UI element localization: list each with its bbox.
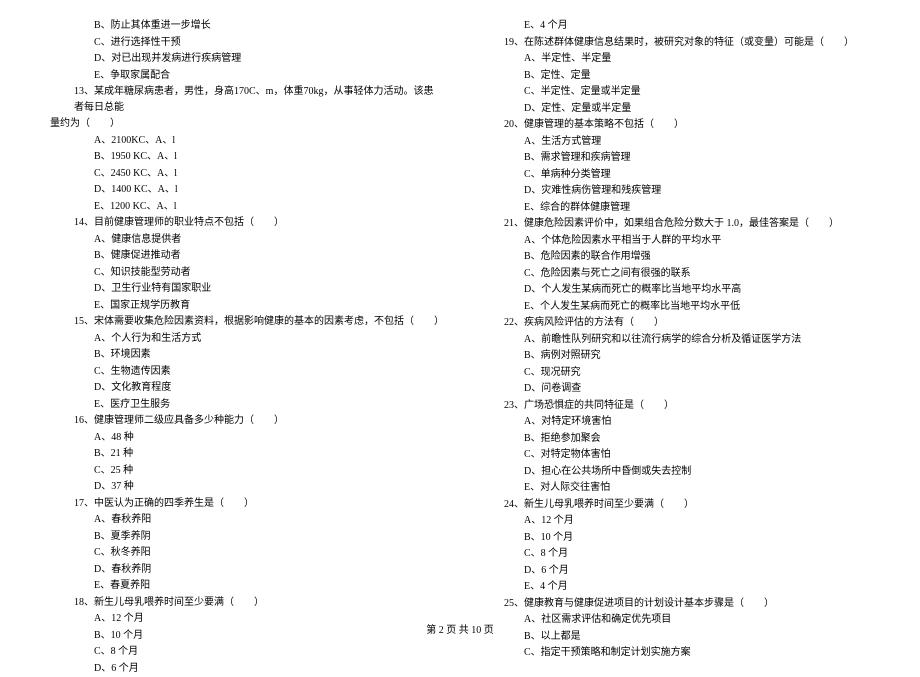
option: C、2450 KC、A、l [50,166,440,182]
page-footer: 第 2 页 共 10 页 [0,621,920,636]
option: A、12 个月 [480,513,870,529]
question-16-stem: 16、健康管理师二级应具备多少种能力（ ） [50,413,440,429]
option: D、6 个月 [50,661,440,677]
question-25-stem: 25、健康教育与健康促进项目的计划设计基本步骤是（ ） [480,596,870,612]
option: D、37 种 [50,479,440,495]
option: E、争取家属配合 [50,68,440,84]
option: E、4 个月 [480,18,870,34]
option: B、定性、定量 [480,68,870,84]
option: A、生活方式管理 [480,134,870,150]
option: B、1950 KC、A、l [50,149,440,165]
option: A、48 种 [50,430,440,446]
option: C、单病种分类管理 [480,167,870,183]
option: A、个人行为和生活方式 [50,331,440,347]
option: B、10 个月 [480,530,870,546]
question-15-stem: 15、宋体需要收集危险因素资料，根据影响健康的基本的因素考虑，不包括（ ） [50,314,440,330]
option: A、个体危险因素水平相当于人群的平均水平 [480,233,870,249]
option: C、半定性、定量或半定量 [480,84,870,100]
option: D、文化教育程度 [50,380,440,396]
option: B、环境因素 [50,347,440,363]
option: C、现况研究 [480,365,870,381]
option: B、拒绝参加聚会 [480,431,870,447]
question-18-stem: 18、新生儿母乳喂养时间至少要满（ ） [50,595,440,611]
question-24-stem: 24、新生儿母乳喂养时间至少要满（ ） [480,497,870,513]
option: E、个人发生某病而死亡的概率比当地平均水平低 [480,299,870,315]
option: D、春秋养阴 [50,562,440,578]
option: C、对特定物体害怕 [480,447,870,463]
option: E、国家正规学历教育 [50,298,440,314]
option: D、卫生行业特有国家职业 [50,281,440,297]
option: B、健康促进推动者 [50,248,440,264]
option: C、生物遗传因素 [50,364,440,380]
option: A、春秋养阳 [50,512,440,528]
option: D、6 个月 [480,563,870,579]
option: D、灾难性病伤管理和残疾管理 [480,183,870,199]
option: E、1200 KC、A、l [50,199,440,215]
option: A、对特定环境害怕 [480,414,870,430]
option: D、定性、定量或半定量 [480,101,870,117]
option: D、1400 KC、A、l [50,182,440,198]
right-column: E、4 个月 19、在陈述群体健康信息结果时，被研究对象的特征（或变量）可能是（… [480,18,870,677]
option: C、进行选择性干预 [50,35,440,51]
option: B、需求管理和疾病管理 [480,150,870,166]
option: B、危险因素的联合作用增强 [480,249,870,265]
option: C、知识技能型劳动者 [50,265,440,281]
option: C、指定干预策略和制定计划实施方案 [480,645,870,661]
option: A、半定性、半定量 [480,51,870,67]
option: B、21 种 [50,446,440,462]
option: C、秋冬养阳 [50,545,440,561]
option: D、担心在公共场所中昏倒或失去控制 [480,464,870,480]
left-column: B、防止其体重进一步增长 C、进行选择性干预 D、对已出现并发病进行疾病管理 E… [50,18,440,677]
question-17-stem: 17、中医认为正确的四季养生是（ ） [50,496,440,512]
question-23-stem: 23、广场恐惧症的共同特征是（ ） [480,398,870,414]
option: B、防止其体重进一步增长 [50,18,440,34]
option: C、8 个月 [480,546,870,562]
option: C、8 个月 [50,644,440,660]
option: A、前瞻性队列研究和以往流行病学的综合分析及循证医学方法 [480,332,870,348]
question-19-stem: 19、在陈述群体健康信息结果时，被研究对象的特征（或变量）可能是（ ） [480,35,870,51]
option: A、健康信息提供者 [50,232,440,248]
question-20-stem: 20、健康管理的基本策略不包括（ ） [480,117,870,133]
option: E、春夏养阳 [50,578,440,594]
question-13-stem-cont: 量约为（ ） [50,116,440,132]
exam-page: B、防止其体重进一步增长 C、进行选择性干预 D、对已出现并发病进行疾病管理 E… [0,0,920,677]
option: E、综合的群体健康管理 [480,200,870,216]
option: E、对人际交往害怕 [480,480,870,496]
option: C、25 种 [50,463,440,479]
question-21-stem: 21、健康危险因素评价中，如果组合危险分数大于 1.0，最佳答案是（ ） [480,216,870,232]
question-22-stem: 22、疾病风险评估的方法有（ ） [480,315,870,331]
option: A、2100KC、A、l [50,133,440,149]
option: C、危险因素与死亡之间有很强的联系 [480,266,870,282]
option: D、个人发生某病而死亡的概率比当地平均水平高 [480,282,870,298]
option: B、病例对照研究 [480,348,870,364]
option: E、4 个月 [480,579,870,595]
option: D、对已出现并发病进行疾病管理 [50,51,440,67]
option: B、夏季养阴 [50,529,440,545]
question-13-stem: 13、某成年糖尿病患者，男性，身高170C、m，体重70kg，从事轻体力活动。该… [50,84,440,115]
question-14-stem: 14、目前健康管理师的职业特点不包括（ ） [50,215,440,231]
option: D、问卷调查 [480,381,870,397]
option: E、医疗卫生服务 [50,397,440,413]
